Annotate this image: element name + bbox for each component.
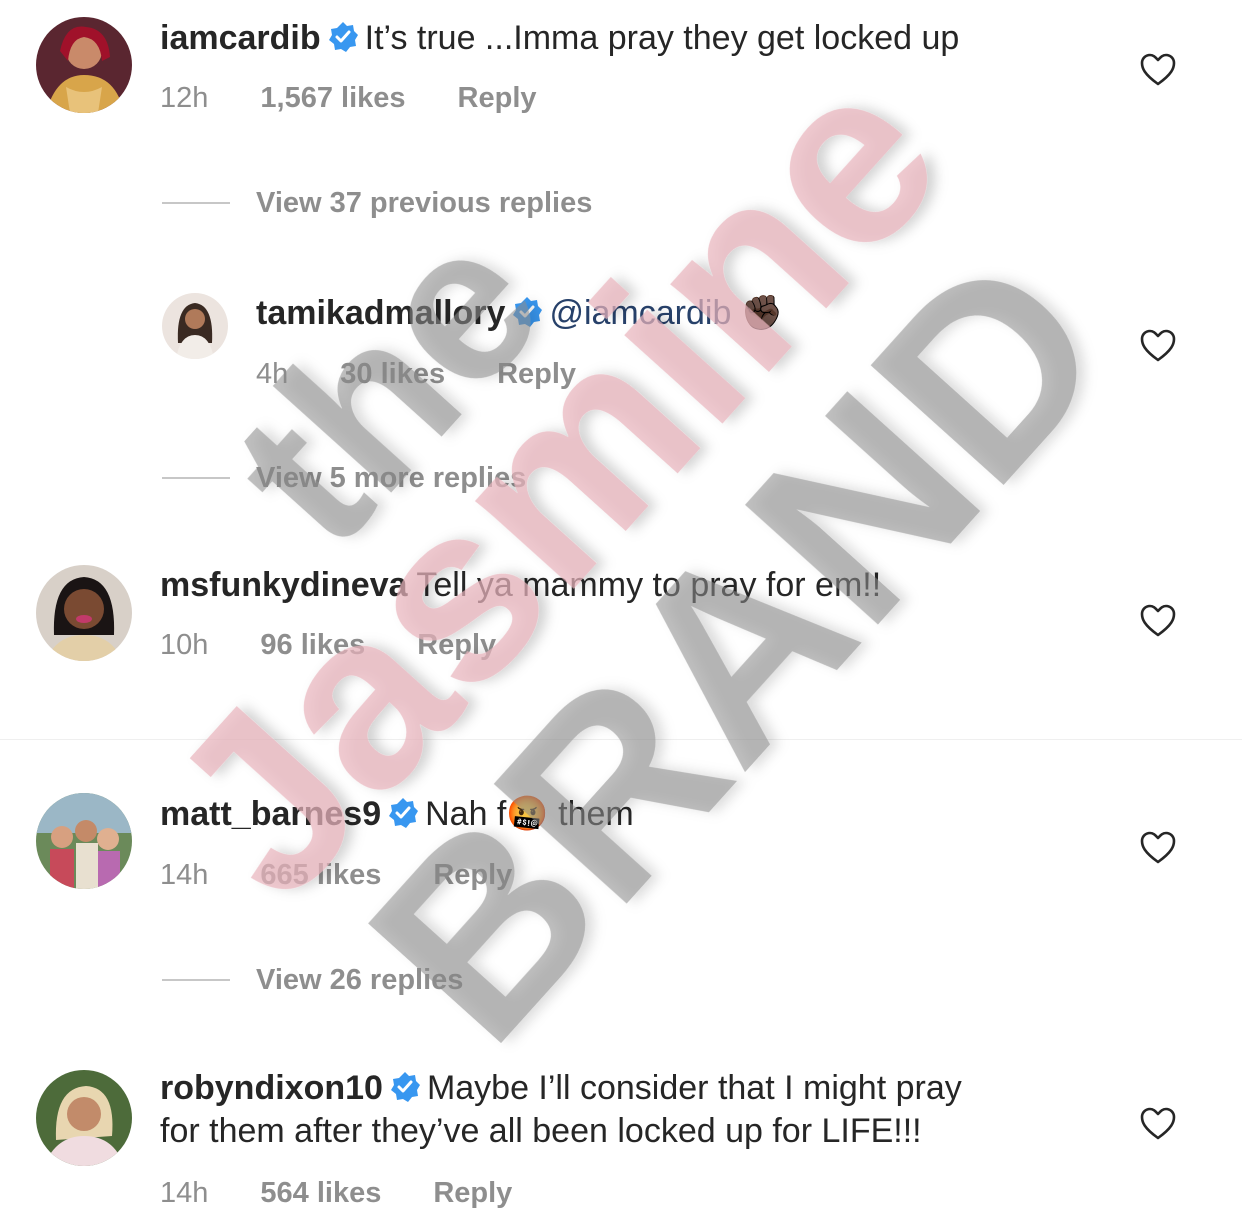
view-replies-label: View 26 replies [256, 964, 464, 996]
avatar[interactable] [36, 1070, 132, 1166]
likes-count[interactable]: 564 likes [260, 1177, 381, 1209]
avatar[interactable] [162, 293, 228, 359]
username[interactable]: msfunkydineva [160, 566, 408, 604]
view-replies-label: View 5 more replies [256, 462, 527, 494]
comment-text-after: them [548, 795, 634, 833]
heart-outline-icon[interactable] [1140, 53, 1176, 87]
verified-badge-icon [513, 297, 543, 327]
reply-button[interactable]: Reply [433, 859, 512, 891]
likes-count[interactable]: 30 likes [340, 358, 445, 390]
comment-time: 12h [160, 82, 209, 114]
heart-outline-icon[interactable] [1140, 831, 1176, 865]
username[interactable]: robyndixon10 [160, 1069, 383, 1107]
reply-button[interactable]: Reply [458, 82, 537, 114]
comment-time: 10h [160, 629, 209, 661]
reply-button[interactable]: Reply [497, 358, 576, 390]
heart-outline-icon[interactable] [1140, 1107, 1176, 1141]
heart-outline-icon[interactable] [1140, 329, 1176, 363]
comment-text-line1: Maybe I’ll consider that I might pray [426, 1069, 962, 1107]
comment-time: 4h [256, 358, 289, 390]
verified-badge-icon [390, 1072, 420, 1102]
avatar[interactable] [36, 17, 132, 113]
verified-badge-icon [389, 798, 419, 828]
comment-text: Tell ya mammy to pray for em!! [416, 566, 882, 604]
likes-count[interactable]: 96 likes [260, 629, 365, 661]
likes-count[interactable]: 1,567 likes [260, 82, 405, 114]
comment-text-before: Nah f [425, 795, 507, 833]
avatar[interactable] [36, 793, 132, 889]
reply-button[interactable]: Reply [433, 1177, 512, 1209]
verified-badge-icon [328, 22, 358, 52]
reply-button[interactable]: Reply [417, 629, 496, 661]
divider-line [162, 202, 230, 204]
heart-outline-icon[interactable] [1140, 604, 1176, 638]
comment-time: 14h [160, 859, 209, 891]
likes-count[interactable]: 665 likes [260, 859, 381, 891]
comment-text-line2: for them after they’ve all been locked u… [160, 1112, 922, 1150]
cursing-face-emoji: 🤬 [506, 795, 549, 833]
watermark: the Jasmine BRAND [115, 17, 1159, 1094]
section-divider [0, 739, 1242, 740]
comment-time: 14h [160, 1177, 209, 1209]
username[interactable]: tamikadmallory [256, 294, 505, 332]
username[interactable]: iamcardib [160, 19, 321, 57]
raised-fist-emoji: ✊🏿 [740, 294, 784, 332]
avatar[interactable] [36, 565, 132, 661]
view-replies-label: View 37 previous replies [256, 187, 593, 219]
username[interactable]: matt_barnes9 [160, 795, 381, 833]
comment-text: It’s true ...Imma pray they get locked u… [364, 19, 960, 57]
divider-line [162, 979, 230, 981]
mention-link[interactable]: @iamcardib [549, 294, 731, 332]
divider-line [162, 477, 230, 479]
